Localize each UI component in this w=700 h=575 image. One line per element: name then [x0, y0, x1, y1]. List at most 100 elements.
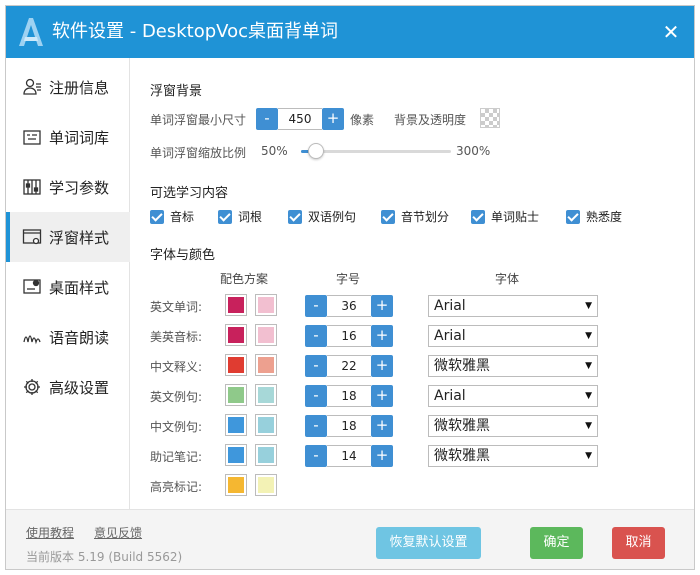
sidebar-item-label: 语音朗读	[49, 328, 110, 347]
font-size-value[interactable]: 16	[327, 325, 371, 347]
increase-button[interactable]: +	[371, 385, 393, 407]
font-select[interactable]: 微软雅黑 ▼	[428, 355, 598, 377]
sidebar-item-desktop-style[interactable]: 桌面样式	[6, 262, 130, 312]
sidebar: 注册信息 单词词库 学习参数 浮窗样式 桌面样式 语音朗读 高级设置	[6, 58, 130, 509]
secondary-color-swatch[interactable]	[255, 324, 277, 346]
increase-button[interactable]: +	[371, 445, 393, 467]
sidebar-item-params[interactable]: 学习参数	[6, 162, 130, 212]
checkbox-root[interactable]: 词根	[218, 208, 262, 225]
close-button[interactable]: ✕	[660, 21, 682, 43]
font-size-value[interactable]: 36	[327, 295, 371, 317]
cancel-button[interactable]: 取消	[612, 527, 665, 559]
secondary-color-swatch[interactable]	[255, 444, 277, 466]
checkbox-bilingual[interactable]: 双语例句	[288, 208, 356, 225]
font-select[interactable]: 微软雅黑 ▼	[428, 415, 598, 437]
scale-label: 单词浮窗缩放比例	[150, 146, 247, 160]
increase-button[interactable]: +	[371, 295, 393, 317]
primary-color-swatch[interactable]	[225, 474, 247, 496]
sidebar-item-label: 高级设置	[49, 378, 110, 397]
increase-button[interactable]: +	[371, 355, 393, 377]
bg-opacity-swatch[interactable]	[480, 108, 500, 128]
sidebar-item-float-style[interactable]: 浮窗样式	[6, 212, 130, 262]
sidebar-item-wordbook[interactable]: 单词词库	[6, 112, 130, 162]
decrease-button[interactable]: -	[305, 385, 327, 407]
primary-color-swatch[interactable]	[225, 354, 247, 376]
primary-color-swatch[interactable]	[225, 414, 247, 436]
increase-button[interactable]: +	[371, 325, 393, 347]
increase-button[interactable]: +	[322, 108, 344, 130]
scale-max-label: 300%	[456, 144, 491, 158]
decrease-button[interactable]: -	[305, 415, 327, 437]
font-select[interactable]: Arial ▼	[428, 385, 598, 407]
dropdown-arrow-icon: ▼	[585, 331, 592, 341]
decrease-button[interactable]: -	[305, 445, 327, 467]
checkbox-checked	[381, 209, 395, 224]
checkbox-label: 双语例句	[308, 210, 357, 224]
sidebar-item-label: 注册信息	[49, 78, 110, 97]
checkbox-tips[interactable]: 单词贴士	[471, 208, 539, 225]
min-size-value[interactable]: 450	[278, 108, 322, 130]
dropdown-arrow-icon: ▼	[585, 391, 592, 401]
min-size-unit: 像素	[350, 113, 375, 127]
checkbox-phonetic[interactable]: 音标	[150, 208, 194, 225]
font-size-stepper: - 16 +	[305, 325, 393, 347]
desktop-icon	[23, 279, 41, 294]
checkbox-label: 熟悉度	[586, 210, 623, 224]
sidebar-item-advanced[interactable]: 高级设置	[6, 362, 130, 412]
increase-button[interactable]: +	[371, 415, 393, 437]
scale-slider-thumb[interactable]	[308, 143, 324, 159]
font-select[interactable]: Arial ▼	[428, 295, 598, 317]
secondary-color-swatch[interactable]	[255, 294, 277, 316]
sidebar-item-label: 学习参数	[49, 178, 110, 197]
secondary-color-swatch[interactable]	[255, 354, 277, 376]
font-size-value[interactable]: 18	[327, 415, 371, 437]
ok-button[interactable]: 确定	[530, 527, 583, 559]
column-header-font: 字体	[495, 272, 520, 286]
secondary-color-swatch[interactable]	[255, 384, 277, 406]
font-size-value[interactable]: 22	[327, 355, 371, 377]
font-size-value[interactable]: 18	[327, 385, 371, 407]
gear-icon	[24, 379, 40, 395]
secondary-color-swatch[interactable]	[255, 414, 277, 436]
primary-color-swatch[interactable]	[225, 384, 247, 406]
column-header-colors: 配色方案	[220, 272, 269, 286]
font-select-value: 微软雅黑	[434, 448, 490, 464]
checkbox-familiarity[interactable]: 熟悉度	[566, 208, 622, 225]
checkbox-checked	[150, 209, 164, 224]
app-logo-icon	[19, 18, 43, 46]
voice-icon	[23, 335, 41, 345]
settings-window: 软件设置 - DesktopVoc桌面背单词 ✕ 注册信息 单词词库 学习参数	[5, 5, 695, 570]
font-select[interactable]: Arial ▼	[428, 325, 598, 347]
decrease-button[interactable]: -	[305, 355, 327, 377]
checkbox-syllable[interactable]: 音节划分	[381, 208, 449, 225]
font-row-label: 中文释义:	[150, 360, 203, 374]
reset-defaults-button[interactable]: 恢复默认设置	[376, 527, 481, 559]
scale-min-label: 50%	[261, 144, 288, 158]
font-select-value: Arial	[434, 328, 466, 344]
tutorial-link[interactable]: 使用教程	[26, 524, 74, 541]
font-size-value[interactable]: 14	[327, 445, 371, 467]
font-select[interactable]: 微软雅黑 ▼	[428, 445, 598, 467]
decrease-button[interactable]: -	[305, 325, 327, 347]
primary-color-swatch[interactable]	[225, 324, 247, 346]
sidebar-item-register[interactable]: 注册信息	[6, 62, 130, 112]
primary-color-swatch[interactable]	[225, 294, 247, 316]
window-title: 软件设置 - DesktopVoc桌面背单词	[52, 21, 338, 42]
decrease-button[interactable]: -	[256, 108, 278, 130]
settings-panel: 浮窗背景 单词浮窗最小尺寸 - 450 + 像素 背景及透明度 单词浮窗缩放比例…	[131, 58, 694, 509]
decrease-button[interactable]: -	[305, 295, 327, 317]
primary-color-swatch[interactable]	[225, 444, 247, 466]
sidebar-item-label: 桌面样式	[49, 278, 110, 297]
font-select-value: 微软雅黑	[434, 418, 490, 434]
sidebar-item-voice[interactable]: 语音朗读	[6, 312, 130, 362]
column-header-size: 字号	[336, 272, 361, 286]
dropdown-arrow-icon: ▼	[585, 361, 592, 371]
dropdown-arrow-icon: ▼	[585, 421, 592, 431]
bg-opacity-label: 背景及透明度	[394, 113, 467, 127]
feedback-link[interactable]: 意见反馈	[94, 524, 142, 541]
font-row-label: 中文例句:	[150, 420, 203, 434]
float-window-icon	[22, 229, 42, 245]
secondary-color-swatch[interactable]	[255, 474, 277, 496]
section-title-content-options: 可选学习内容	[150, 186, 229, 201]
dropdown-arrow-icon: ▼	[585, 451, 592, 461]
